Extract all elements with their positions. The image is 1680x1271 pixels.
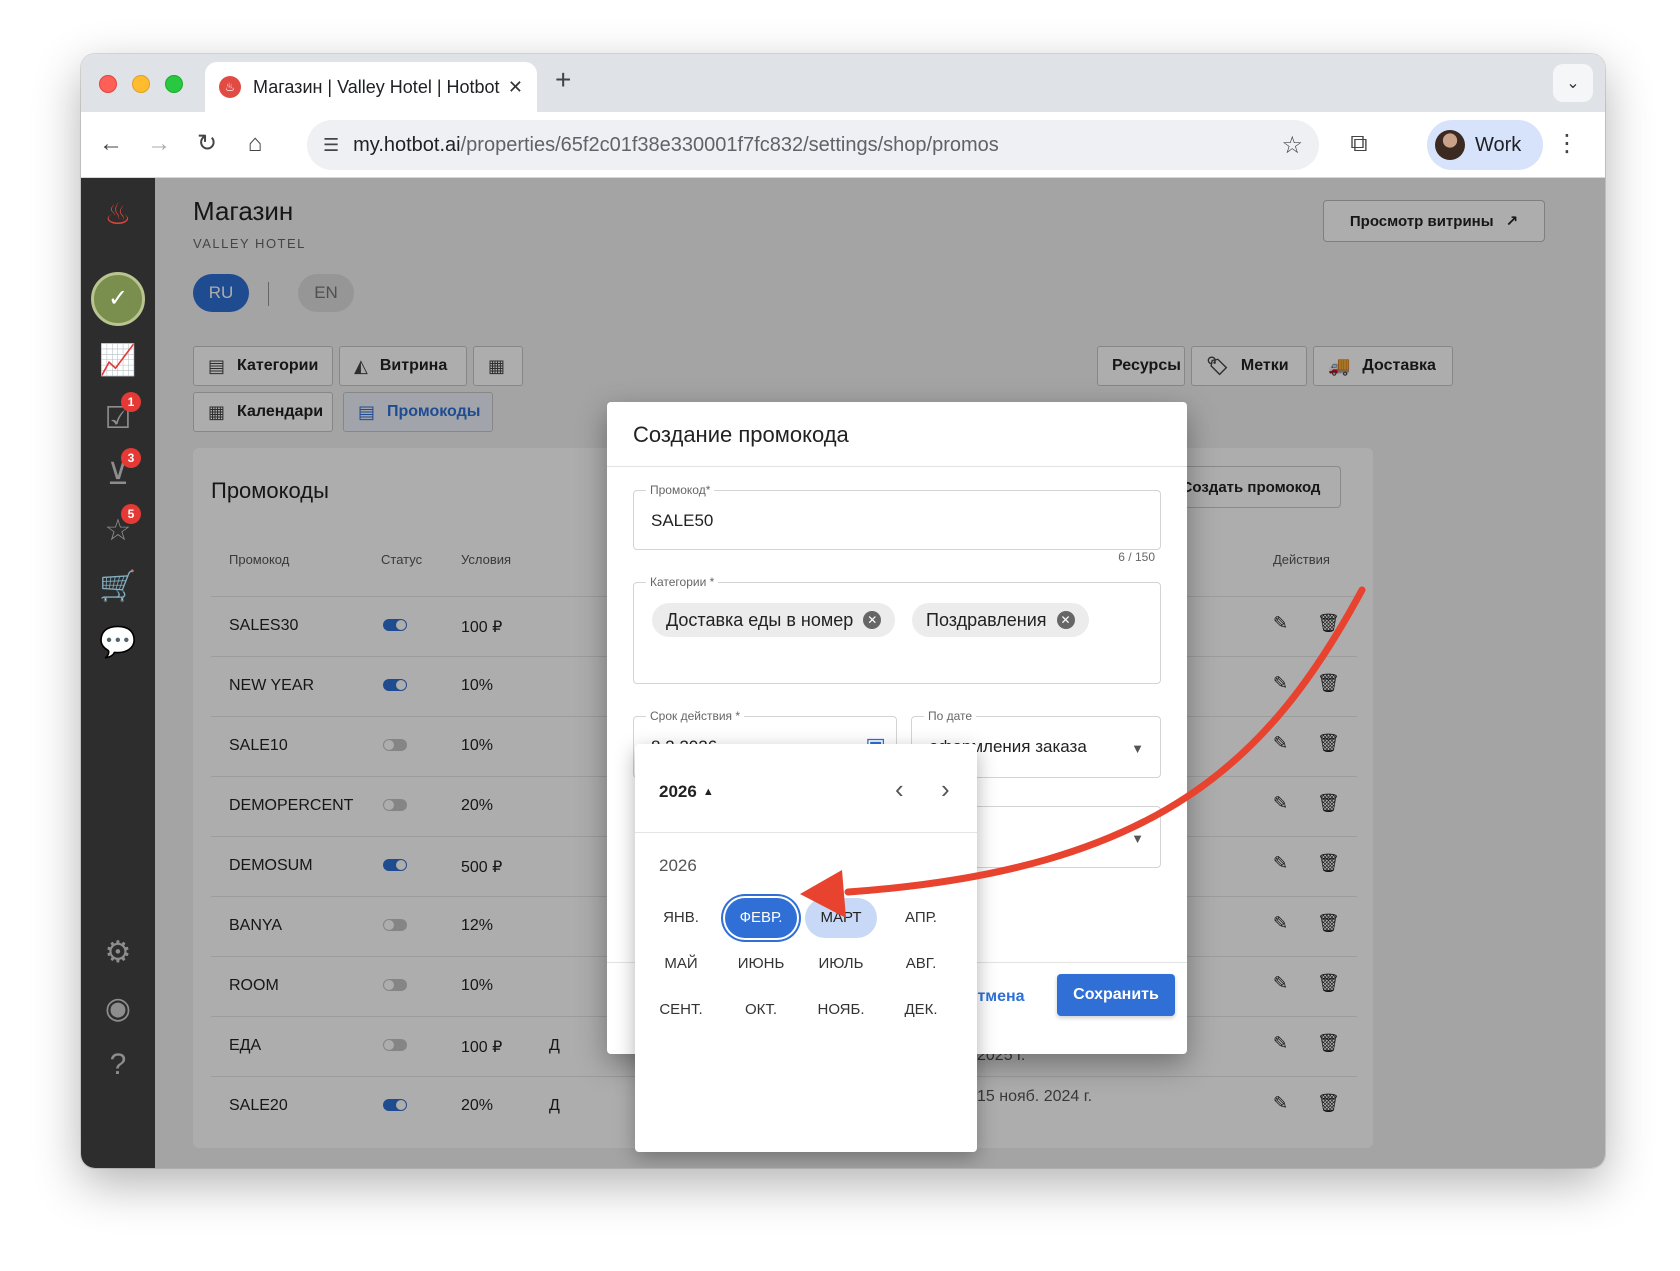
categories-field[interactable]: Категории * Доставка еды в номер ✕ Поздра… — [633, 575, 1161, 684]
month-option[interactable]: МАЙ — [645, 944, 717, 984]
month-option[interactable]: АПР. — [885, 898, 957, 938]
profile-avatar — [1435, 130, 1465, 160]
browser-tab-title: Магазин | Valley Hotel | Hotbot — [253, 76, 500, 97]
shop-cart-icon[interactable]: 🛒 — [99, 568, 137, 606]
month-option[interactable]: ДЕК. — [885, 990, 957, 1030]
month-picker-popup: 2026 ▲ ‹ › 2026 ЯНВ. ФЕВР. МАРТ АПР. МАЙ ИЮНЬ И… — [635, 744, 977, 1152]
back-arrow-icon[interactable]: ← — [95, 128, 127, 160]
help-icon[interactable]: ? — [99, 1046, 137, 1084]
chevron-right-icon[interactable]: › — [941, 774, 950, 805]
hotbot-logo-icon[interactable]: ♨ — [99, 196, 137, 234]
category-chip: Поздравления ✕ — [912, 603, 1089, 637]
address-bar[interactable]: ☰ my.hotbot.ai/properties/65f2c01f38e330… — [307, 120, 1319, 170]
browser-toolbar: ← → ↻ ⌂ ☰ my.hotbot.ai/properties/65f2c0… — [81, 112, 1605, 178]
close-tab-icon[interactable]: ✕ — [508, 77, 523, 98]
url-text: my.hotbot.ai/properties/65f2c01f38e33000… — [353, 133, 999, 156]
chevron-down-icon: ▼ — [1131, 741, 1144, 756]
reviews-badge: 5 — [121, 504, 141, 524]
chevron-down-icon: ▼ — [1131, 831, 1144, 846]
minimize-window-button[interactable] — [132, 75, 150, 93]
inbox-badge: 3 — [121, 448, 141, 468]
chat-bubble-icon[interactable]: 💬 — [99, 624, 137, 662]
month-option[interactable]: НОЯБ. — [805, 990, 877, 1030]
promocode-value: SALE50 — [651, 511, 714, 530]
maximize-window-button[interactable] — [165, 75, 183, 93]
month-option[interactable]: ИЮНЬ — [725, 944, 797, 984]
chevron-left-icon[interactable]: ‹ — [895, 774, 904, 805]
profile-label: Work — [1475, 133, 1522, 156]
main-content: Магазин VALLEY HOTEL Просмотр витрины ↗ R… — [155, 178, 1605, 1168]
month-option[interactable]: ИЮЛЬ — [805, 944, 877, 984]
reviews-star-icon[interactable]: ☆ 5 — [99, 504, 141, 550]
month-option[interactable]: ФЕВР. — [725, 898, 797, 938]
year-label: 2026 — [659, 856, 697, 875]
month-option[interactable]: СЕНТ. — [645, 990, 717, 1030]
browser-tabbar: ♨ Магазин | Valley Hotel | Hotbot ✕ + ⌄ — [81, 54, 1605, 112]
close-window-button[interactable] — [99, 75, 117, 93]
save-button[interactable]: Сохранить — [1057, 974, 1175, 1016]
caret-up-icon: ▲ — [702, 786, 714, 798]
site-settings-icon[interactable]: ☰ — [323, 135, 339, 156]
account-icon[interactable]: ◉ — [99, 990, 137, 1028]
categories-label: Категории * — [646, 575, 719, 589]
new-tab-icon[interactable]: + — [555, 64, 571, 96]
browser-menu-icon[interactable]: ⋮ — [1551, 128, 1583, 160]
settings-gear-icon[interactable]: ⚙ — [99, 934, 137, 972]
tab-search-chevron-icon[interactable]: ⌄ — [1553, 64, 1593, 102]
hotel-avatar[interactable]: ✓ — [91, 272, 145, 326]
tasks-badge: 1 — [121, 392, 141, 412]
remove-chip-icon[interactable]: ✕ — [863, 611, 882, 629]
promocode-counter: 6 / 150 — [1118, 550, 1155, 564]
hotbot-favicon-icon: ♨ — [219, 76, 241, 98]
dialog-divider — [607, 466, 1187, 467]
dialog-title: Создание промокода — [633, 422, 849, 447]
sidebar: ♨ ✓ 📈 ☑ 1 ⊻ 3 ☆ 5 🛒 💬 ⚙ ◉ ? — [81, 178, 155, 1168]
month-option[interactable]: ЯНВ. — [645, 898, 717, 938]
category-chip: Доставка еды в номер ✕ — [652, 603, 896, 637]
reload-icon[interactable]: ↻ — [191, 128, 223, 160]
home-icon[interactable]: ⌂ — [239, 128, 271, 160]
remove-chip-icon[interactable]: ✕ — [1056, 611, 1075, 629]
by-date-label: По дате — [924, 709, 977, 723]
tasks-check-icon[interactable]: ☑ 1 — [99, 392, 141, 438]
month-option[interactable]: ОКТ. — [725, 990, 797, 1030]
month-option[interactable]: АВГ. — [885, 944, 957, 984]
app-area: ♨ ✓ 📈 ☑ 1 ⊻ 3 ☆ 5 🛒 💬 ⚙ ◉ ? Магазин VALLEY … — [81, 178, 1605, 1168]
profile-button[interactable]: Work — [1427, 120, 1543, 170]
browser-tab[interactable]: ♨ Магазин | Valley Hotel | Hotbot ✕ — [205, 62, 537, 112]
analytics-chart-icon[interactable]: 📈 — [99, 342, 137, 380]
inbox-icon[interactable]: ⊻ 3 — [99, 448, 141, 494]
extensions-puzzle-icon[interactable]: ⧉ — [1343, 128, 1375, 160]
browser-window: ♨ Магазин | Valley Hotel | Hotbot ✕ + ⌄ … — [81, 54, 1605, 1168]
validity-label: Срок действия * — [646, 709, 745, 723]
promocode-input[interactable]: Промокод* SALE50 — [633, 483, 1161, 550]
bookmark-star-icon[interactable]: ☆ — [1281, 131, 1303, 160]
year-toggle[interactable]: 2026 ▲ — [659, 782, 714, 802]
promocode-label: Промокод* — [646, 483, 715, 497]
forward-arrow-icon[interactable]: → — [143, 128, 175, 160]
picker-divider — [635, 832, 977, 833]
month-option[interactable]: МАРТ — [805, 898, 877, 938]
